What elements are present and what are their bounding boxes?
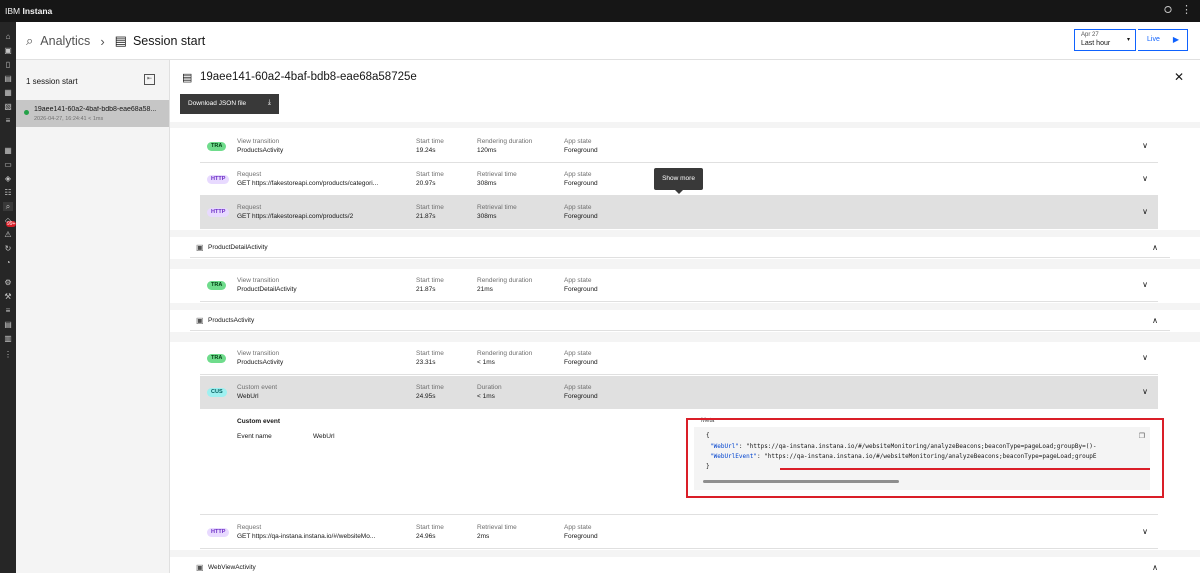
divider	[170, 122, 1200, 128]
page-header: ⌕ Analytics › ▤ Session start Apr 27 Las…	[16, 22, 1200, 60]
download-json-button[interactable]: Download JSON file ⤓	[180, 94, 279, 114]
overflow-menu-icon[interactable]: ⋮	[1181, 3, 1192, 16]
beacon-row[interactable]: TRA View transition ProductsActivity Sta…	[200, 130, 1158, 163]
play-icon: ▶	[1172, 35, 1179, 44]
pipeline-icon[interactable]: ≡	[3, 306, 13, 315]
chevron-up-icon[interactable]: ∧	[1152, 563, 1158, 572]
divider	[170, 303, 1200, 310]
view-icon: ▣	[196, 563, 204, 572]
show-more-tooltip: Show more	[654, 168, 703, 194]
chevron-down-icon[interactable]: ∨	[1142, 387, 1148, 396]
type-tag: HTTP	[207, 175, 230, 184]
beacon-row-selected[interactable]: HTTP Request GET https://fakestoreapi.co…	[200, 196, 1158, 229]
network-icon[interactable]: ☷	[3, 188, 13, 197]
close-icon[interactable]: ✕	[1174, 70, 1184, 84]
detail-heading: Custom event	[237, 418, 280, 425]
type-tag: HTTP	[207, 208, 230, 217]
analytics-icon: ⌕	[26, 33, 34, 48]
beacon-row[interactable]: HTTP Request GET https://qa-instana.inst…	[200, 516, 1158, 549]
analytics-icon[interactable]: ⌕	[3, 202, 13, 211]
chevron-up-icon[interactable]: ∧	[1152, 316, 1158, 325]
view-icon: ▣	[196, 316, 204, 325]
brand-logo[interactable]: IBM Instana	[5, 6, 52, 16]
annotation-underline	[780, 468, 1150, 470]
settings-sync-icon[interactable]: ↻	[3, 244, 13, 253]
chevron-down-icon[interactable]: ∨	[1142, 527, 1148, 536]
view-icon: ▣	[196, 243, 204, 252]
group-header-productdetailactivity[interactable]: ▣ ProductDetailActivity ∧	[190, 238, 1170, 258]
tools-icon[interactable]: ⚒	[3, 292, 13, 301]
session-title: 19aee141-60a2-4baf-bdb8-eae68a58725e	[200, 71, 417, 83]
chevron-down-icon[interactable]: ∨	[1142, 207, 1148, 216]
type-tag: TRA	[207, 281, 227, 290]
type-tag: TRA	[207, 142, 227, 151]
mobile-apps-icon[interactable]: ▯	[3, 60, 13, 69]
top-bar: IBM Instana ⭘ ⋮	[0, 0, 1200, 22]
download-icon: ⤓	[267, 99, 271, 106]
session-detail-panel: ▤ 19aee141-60a2-4baf-bdb8-eae68a58725e ✕…	[170, 60, 1200, 573]
share-icon[interactable]: ⭘	[1164, 5, 1172, 16]
divider	[170, 550, 1200, 557]
session-count: 1 session start	[26, 77, 78, 86]
beacon-row[interactable]: TRA View transition ProductDetailActivit…	[200, 269, 1158, 302]
monitor-icon[interactable]: ▭	[3, 160, 13, 169]
breadcrumb-analytics[interactable]: Analytics	[40, 34, 90, 48]
chevron-right-icon: ›	[100, 33, 105, 49]
gauge-icon[interactable]: ◔	[3, 258, 13, 267]
session-meta: 2026-04-27, 16:24:41 < 1ms	[34, 116, 104, 122]
type-tag: TRA	[207, 354, 227, 363]
group-header-webviewactivity[interactable]: ▣ WebViewActivity ∧	[190, 558, 1170, 573]
detail-value: WebUrl	[313, 433, 335, 440]
lock-icon[interactable]: ▥	[3, 334, 13, 343]
live-button[interactable]: Live ▶	[1138, 29, 1188, 51]
type-tag: CUS	[207, 388, 227, 397]
type-tag: HTTP	[207, 528, 230, 537]
divider	[170, 230, 1200, 237]
alert-badge: 99+	[6, 221, 17, 227]
group-header-productsactivity[interactable]: ▣ ProductsActivity ∧	[190, 311, 1170, 331]
copy-icon[interactable]: ❐	[1139, 432, 1145, 440]
beacon-row[interactable]: TRA View transition ProductsActivity Sta…	[200, 342, 1158, 375]
caret-down-icon: ▾	[1126, 37, 1130, 43]
websites-icon[interactable]: ▣	[3, 46, 13, 55]
divider	[170, 259, 1200, 269]
platforms-icon[interactable]: ▧	[3, 102, 13, 111]
collapse-panel-icon[interactable]: ⇤	[144, 74, 155, 85]
divider	[170, 332, 1200, 342]
layers-icon[interactable]: ≡	[3, 116, 13, 125]
date-picker[interactable]: Apr 27 Last hour ▾	[1074, 29, 1136, 51]
gear-icon[interactable]: ⚙	[3, 278, 13, 287]
beacon-row-expanded[interactable]: CUS Custom event WebUrl Start time 24.95…	[200, 376, 1158, 409]
nav-rail: ⌂ ▣ ▯ ▤ ▦ ▧ ≡ ▦ ▭ ◈ ☷ ⌕ ◇ 99+ ⚠ ↻ ◔ ⚙ ⚒ …	[0, 22, 17, 573]
infrastructure-icon[interactable]: ▦	[3, 146, 13, 155]
page-title: Session start	[132, 34, 206, 48]
chevron-down-icon[interactable]: ∨	[1142, 174, 1148, 183]
meta-code-block[interactable]: ❐ { "WebUrl": "https://qa-instana.instan…	[694, 427, 1150, 490]
chevron-down-icon[interactable]: ∨	[1142, 280, 1148, 289]
breadcrumb: ⌕ Analytics › ▤ Session start	[26, 33, 205, 49]
session-list-panel: 1 session start ⇤ 19aee141-60a2-4baf-bdb…	[16, 60, 170, 573]
session-icon: ▤	[182, 72, 193, 84]
cube-icon[interactable]: ◈	[3, 174, 13, 183]
session-list-item[interactable]: 19aee141-60a2-4baf-bdb8-eae68a58... 2026…	[16, 100, 169, 127]
chevron-down-icon[interactable]: ∨	[1142, 353, 1148, 362]
horizontal-scrollbar[interactable]	[703, 480, 899, 483]
dashboards-icon[interactable]: ▦	[3, 88, 13, 97]
terminal-icon[interactable]: ▤	[3, 320, 13, 329]
detail-key: Event name	[237, 433, 272, 440]
document-icon: ▤	[114, 33, 127, 48]
more-vertical-icon[interactable]: ⋮	[3, 350, 13, 359]
chevron-down-icon[interactable]: ∨	[1142, 141, 1148, 150]
services-icon[interactable]: ▤	[3, 74, 13, 83]
home-icon[interactable]: ⌂	[3, 32, 13, 41]
status-dot	[24, 110, 29, 115]
alert-icon[interactable]: ⚠	[3, 230, 13, 239]
session-id: 19aee141-60a2-4baf-bdb8-eae68a58...	[34, 106, 157, 113]
chevron-up-icon[interactable]: ∧	[1152, 243, 1158, 252]
